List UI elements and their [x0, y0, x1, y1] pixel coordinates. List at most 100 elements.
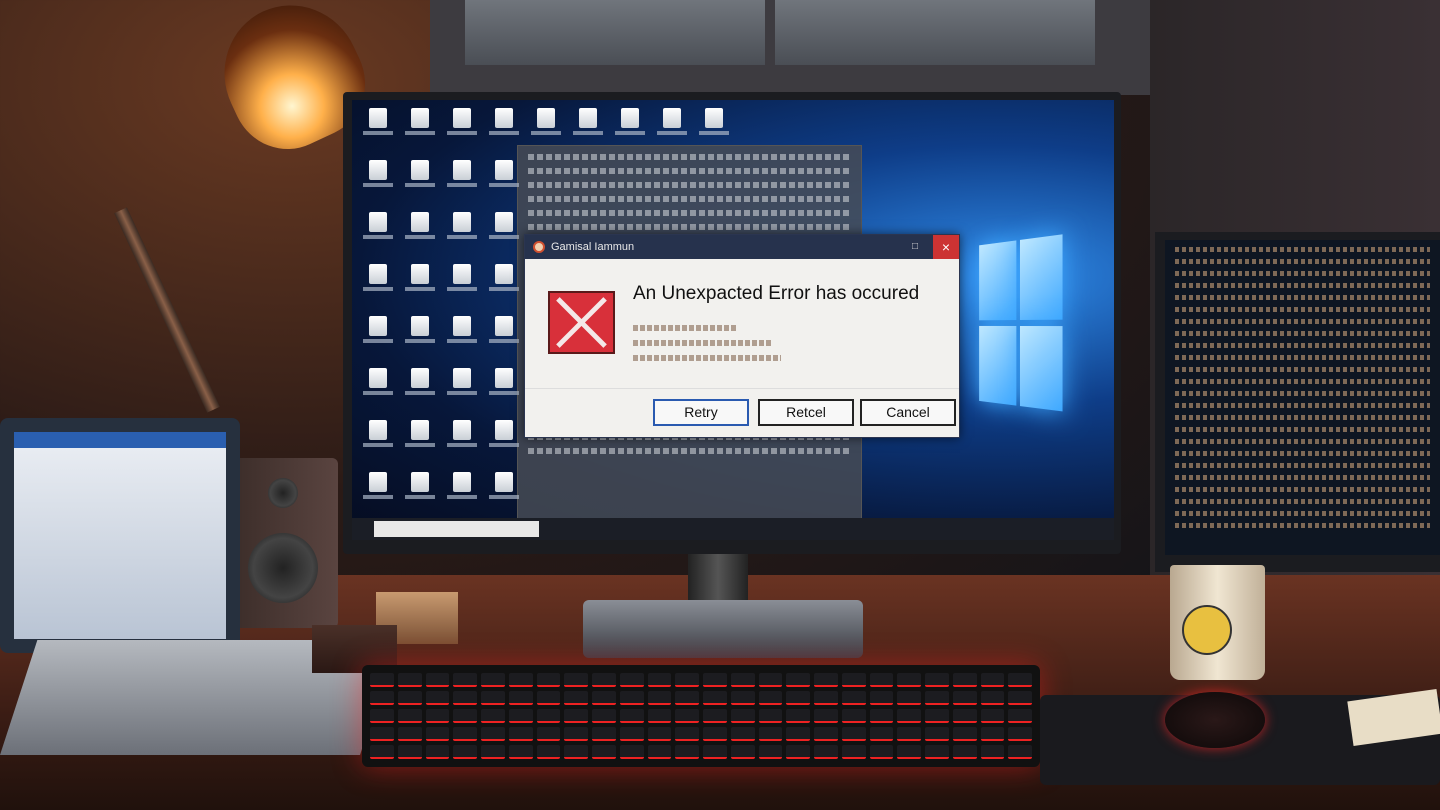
key	[925, 691, 949, 705]
key	[841, 727, 866, 741]
desktop-file-icon[interactable]	[358, 212, 398, 250]
key	[952, 709, 977, 723]
desktop-file-icon[interactable]	[694, 108, 734, 146]
desktop-file-icon[interactable]	[358, 420, 398, 458]
key	[425, 745, 450, 759]
key	[925, 727, 949, 741]
desktop-file-icon[interactable]	[442, 316, 482, 354]
desktop-file-icon[interactable]	[484, 108, 524, 146]
key	[481, 745, 505, 759]
key	[675, 709, 699, 723]
desktop-file-icon[interactable]	[442, 264, 482, 302]
desktop-file-icon[interactable]	[526, 108, 566, 146]
key	[1008, 673, 1032, 687]
key	[758, 727, 783, 741]
desktop-file-icon[interactable]	[358, 264, 398, 302]
key	[730, 709, 755, 723]
error-detail-line	[633, 325, 738, 331]
key	[619, 673, 644, 687]
desktop-file-icon[interactable]	[484, 420, 524, 458]
desktop-file-icon[interactable]	[400, 160, 440, 198]
key	[1008, 709, 1032, 723]
key	[730, 691, 755, 705]
close-button[interactable]: ×	[933, 235, 959, 259]
key	[869, 673, 894, 687]
desktop-file-icon[interactable]	[442, 212, 482, 250]
key	[814, 745, 838, 759]
key	[397, 745, 422, 759]
monitor-stand	[688, 554, 748, 604]
key	[397, 709, 422, 723]
key	[925, 673, 949, 687]
key	[925, 745, 949, 759]
key	[370, 709, 394, 723]
error-detail-line	[633, 340, 773, 346]
key	[481, 709, 505, 723]
window-pane	[775, 0, 1095, 65]
taskbar-search-box[interactable]	[374, 521, 539, 537]
key	[481, 673, 505, 687]
key	[619, 727, 644, 741]
desktop-file-icon[interactable]	[442, 160, 482, 198]
desktop-file-icon[interactable]	[442, 368, 482, 406]
key	[508, 727, 533, 741]
key	[814, 709, 838, 723]
desktop-file-icon[interactable]	[400, 368, 440, 406]
desktop-file-icon[interactable]	[484, 368, 524, 406]
desktop-file-icon[interactable]	[442, 108, 482, 146]
desktop-file-icon[interactable]	[652, 108, 692, 146]
key	[925, 709, 949, 723]
key	[786, 745, 810, 759]
key	[536, 691, 561, 705]
key	[619, 745, 644, 759]
desktop-file-icon[interactable]	[484, 316, 524, 354]
desktop-file-icon[interactable]	[358, 472, 398, 510]
desktop-file-icon[interactable]	[358, 160, 398, 198]
retcel-button[interactable]: Retcel	[758, 399, 854, 426]
desktop-file-icon[interactable]	[400, 316, 440, 354]
key	[564, 745, 588, 759]
windows-logo-icon	[979, 234, 1065, 416]
desktop-file-icon[interactable]	[400, 472, 440, 510]
key	[564, 673, 588, 687]
desktop-file-icon[interactable]	[400, 212, 440, 250]
speaker	[226, 458, 338, 628]
key	[952, 745, 977, 759]
cancel-button[interactable]: Cancel	[860, 399, 956, 426]
desktop-file-icon[interactable]	[358, 108, 398, 146]
key	[647, 745, 672, 759]
key	[675, 727, 699, 741]
desktop-file-icon[interactable]	[484, 160, 524, 198]
key	[425, 673, 450, 687]
key	[592, 673, 616, 687]
desktop-file-icon[interactable]	[442, 420, 482, 458]
key	[564, 709, 588, 723]
desktop-file-icon[interactable]	[358, 316, 398, 354]
key	[786, 691, 810, 705]
retry-button[interactable]: Retry	[653, 399, 749, 426]
key	[814, 691, 838, 705]
key	[508, 709, 533, 723]
restore-button[interactable]: □	[905, 235, 925, 259]
desktop-file-icon[interactable]	[400, 420, 440, 458]
desktop-file-icon[interactable]	[358, 368, 398, 406]
desktop-file-icon[interactable]	[484, 264, 524, 302]
desktop-file-icon[interactable]	[568, 108, 608, 146]
key	[952, 673, 977, 687]
desktop-file-icon[interactable]	[484, 212, 524, 250]
key	[980, 745, 1005, 759]
key	[980, 709, 1005, 723]
key	[703, 709, 727, 723]
mouse	[1165, 692, 1265, 748]
key	[675, 673, 699, 687]
desktop-file-icon[interactable]	[610, 108, 650, 146]
desktop-file-icon[interactable]	[400, 108, 440, 146]
desktop-file-icon[interactable]	[442, 472, 482, 510]
key	[536, 673, 561, 687]
desktop-file-icon[interactable]	[400, 264, 440, 302]
key	[397, 691, 422, 705]
key	[758, 709, 783, 723]
key	[730, 727, 755, 741]
key	[508, 673, 533, 687]
desktop-file-icon[interactable]	[484, 472, 524, 510]
